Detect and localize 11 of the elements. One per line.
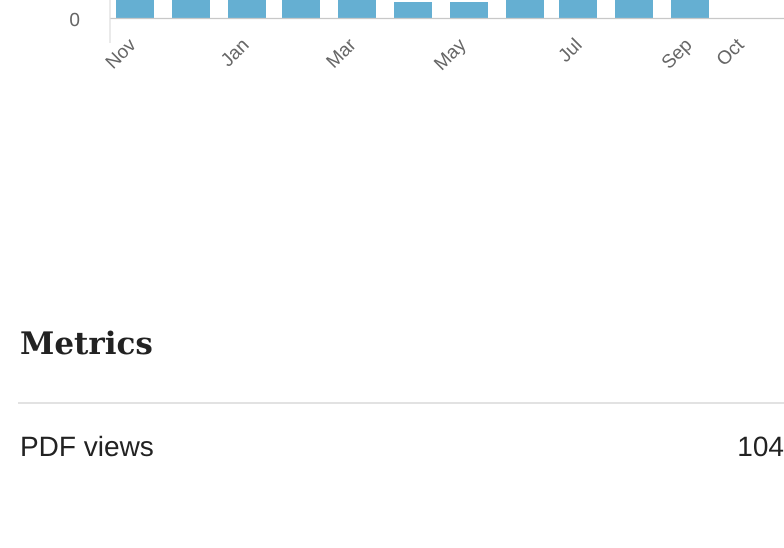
x-axis-label: May	[430, 34, 471, 75]
metric-label: PDF views	[20, 430, 154, 464]
x-axis-label: Sep	[658, 34, 697, 74]
x-axis-label: Nov	[102, 34, 141, 74]
metric-value: 104	[737, 430, 784, 464]
section-heading: Metrics	[20, 325, 154, 364]
x-axis-label: Jul	[554, 34, 587, 67]
x-axis-label: Oct	[712, 34, 749, 70]
y-axis-label: 0	[69, 10, 80, 31]
x-axis-label: Mar	[322, 34, 361, 73]
x-axis-label: Jan	[217, 34, 254, 72]
